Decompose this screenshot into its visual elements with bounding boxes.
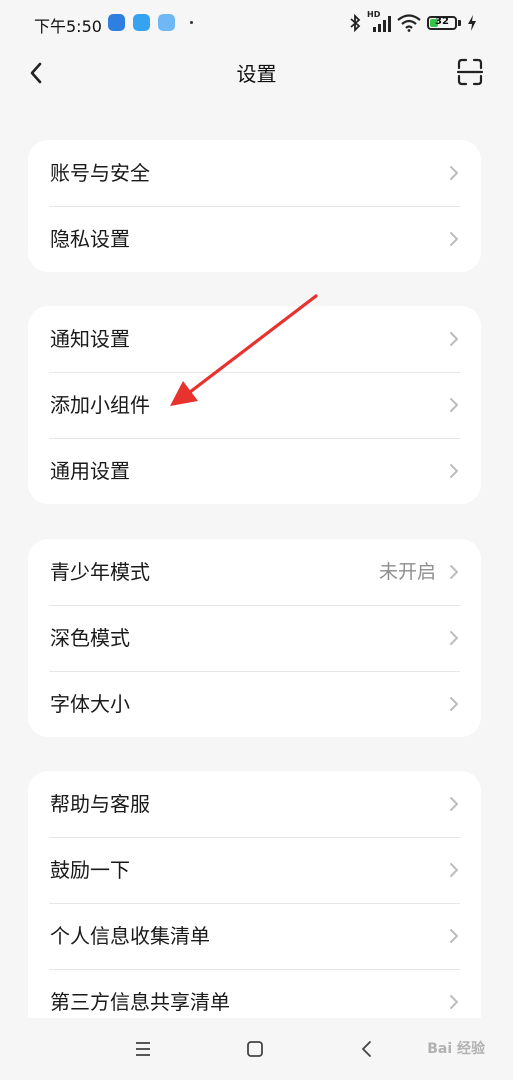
bluetooth-app-icon [108,14,125,31]
chevron-right-icon [450,929,458,943]
row-label: 账号与安全 [50,161,150,185]
chevron-right-icon [450,232,458,246]
wifi-icon [397,14,421,32]
settings-group-support: 帮助与客服 鼓励一下 个人信息收集清单 第三方信息共享清单 [28,771,481,1035]
battery-level: 32 [435,16,449,27]
page-title: 设置 [236,62,277,86]
settings-row-add-widget[interactable]: 添加小组件 [28,372,481,438]
system-nav-bar: Bai 经验 [0,1018,513,1080]
settings-row-teen-mode[interactable]: 青少年模式 未开启 [28,539,481,605]
teen-mode-status: 未开启 [378,561,436,583]
row-label: 隐私设置 [50,227,130,251]
menu-icon[interactable] [130,1036,156,1062]
status-icons: HD 32 [349,10,477,34]
row-label: 通知设置 [50,327,130,351]
battery-tip [458,20,461,26]
chevron-right-icon [450,398,458,412]
settings-row-font-size[interactable]: 字体大小 [28,671,481,737]
settings-row-general[interactable]: 通用设置 [28,438,481,504]
chevron-right-icon [450,332,458,346]
settings-row-notifications[interactable]: 通知设置 [28,306,481,372]
charging-icon [468,15,476,31]
back-nav-icon[interactable] [354,1036,380,1062]
settings-row-help[interactable]: 帮助与客服 [28,771,481,837]
home-icon[interactable] [242,1036,268,1062]
settings-row-encourage[interactable]: 鼓励一下 [28,837,481,903]
chevron-right-icon [450,863,458,877]
status-time: 下午5:50 [34,17,102,36]
settings-group-display: 青少年模式 未开启 深色模式 字体大小 [28,539,481,737]
row-label: 个人信息收集清单 [50,924,210,948]
bluetooth-icon [350,14,361,32]
chevron-right-icon [450,631,458,645]
settings-row-privacy[interactable]: 隐私设置 [28,206,481,272]
chevron-right-icon [450,995,458,1009]
scan-icon[interactable] [457,58,483,86]
settings-group-account: 账号与安全 隐私设置 [28,140,481,272]
chevron-right-icon [450,697,458,711]
gallery-app-icon [158,14,175,31]
settings-group-general: 通知设置 添加小组件 通用设置 [28,306,481,504]
chevron-right-icon [450,797,458,811]
settings-row-dark-mode[interactable]: 深色模式 [28,605,481,671]
signal-icon: HD [367,10,391,33]
chevron-right-icon [450,464,458,478]
settings-row-personal-info-list[interactable]: 个人信息收集清单 [28,903,481,969]
row-label: 帮助与客服 [50,792,150,816]
settings-row-account-security[interactable]: 账号与安全 [28,140,481,206]
row-label: 通用设置 [50,459,130,483]
row-label: 鼓励一下 [50,858,130,882]
row-label: 深色模式 [50,626,130,650]
status-bar: 下午5:50 HD 32 [0,0,513,46]
message-app-icon [133,14,150,31]
row-label: 青少年模式 [50,560,150,584]
row-label: 字体大小 [50,692,130,716]
row-label: 添加小组件 [50,393,150,417]
header-bar: 设置 [0,46,513,100]
battery-icon: 32 [427,16,457,30]
more-notifications-dot [190,21,193,24]
chevron-right-icon [450,166,458,180]
watermark: Bai 经验 [427,1041,485,1057]
chevron-right-icon [450,565,458,579]
